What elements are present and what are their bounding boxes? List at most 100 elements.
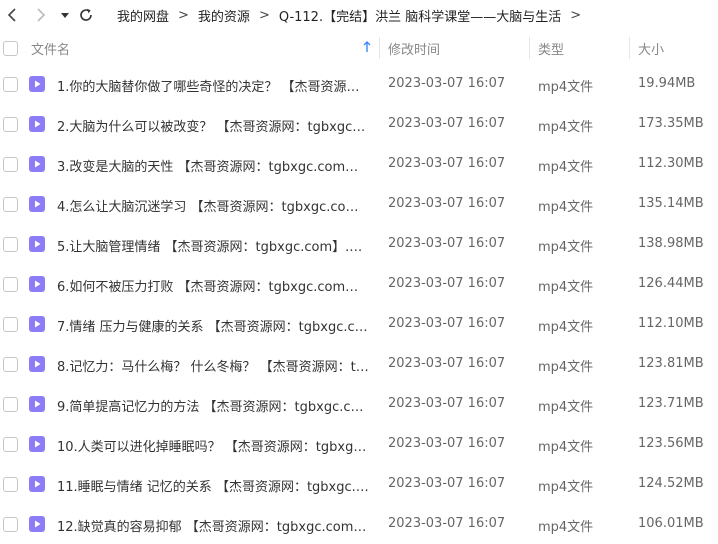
- file-size: 112.30MB: [638, 156, 704, 171]
- file-modified: 2023-03-07 16:07: [388, 356, 506, 371]
- row-checkbox[interactable]: [3, 517, 18, 532]
- row-checkbox[interactable]: [3, 397, 18, 412]
- column-type[interactable]: 类型: [538, 39, 564, 58]
- video-file-icon: [29, 276, 45, 292]
- column-name[interactable]: 文件名: [31, 39, 70, 58]
- file-modified: 2023-03-07 16:07: [388, 76, 506, 91]
- file-row[interactable]: 2.大脑为什么可以被改变？ 【杰哥资源网：tgbxgc.com… 2023-03…: [0, 104, 718, 144]
- breadcrumb-item-my-netdisk[interactable]: 我的网盘: [117, 6, 169, 25]
- file-type: mp4文件: [538, 440, 594, 455]
- video-file-icon: [29, 516, 45, 532]
- file-row[interactable]: 5.让大脑管理情绪 【杰哥资源网：tgbxgc.com】.mp4 2023-03…: [0, 224, 718, 264]
- column-header: 文件名 修改时间 类型 大小: [0, 33, 718, 63]
- file-size: 19.94MB: [638, 76, 696, 91]
- row-checkbox[interactable]: [3, 77, 18, 92]
- file-modified: 2023-03-07 16:07: [388, 476, 506, 491]
- file-row[interactable]: 7.情绪 压力与健康的关系 【杰哥资源网：tgbxgc.com】… 2023-0…: [0, 304, 718, 344]
- breadcrumb-separator: >: [178, 7, 189, 23]
- file-name[interactable]: 7.情绪 压力与健康的关系 【杰哥资源网：tgbxgc.com】…: [57, 316, 369, 335]
- file-type: mp4文件: [538, 360, 594, 375]
- video-file-icon: [29, 356, 45, 372]
- video-file-icon: [29, 396, 45, 412]
- breadcrumb-separator: >: [258, 7, 270, 23]
- row-checkbox[interactable]: [3, 117, 18, 132]
- file-modified: 2023-03-07 16:07: [388, 236, 506, 251]
- video-file-icon: [29, 316, 45, 332]
- file-size: 123.71MB: [638, 396, 704, 411]
- column-size[interactable]: 大小: [638, 39, 664, 58]
- file-modified: 2023-03-07 16:07: [388, 116, 506, 131]
- breadcrumb-item-my-resources[interactable]: 我的资源: [198, 6, 250, 25]
- forward-icon[interactable]: [34, 6, 48, 24]
- file-row[interactable]: 6.如何不被压力打败 【杰哥资源网：tgbxgc.com】.mp4 2023-0…: [0, 264, 718, 304]
- row-checkbox[interactable]: [3, 157, 18, 172]
- file-size: 106.01MB: [638, 516, 704, 531]
- file-row[interactable]: 4.怎么让大脑沉迷学习 【杰哥资源网：tgbxgc.com】.m… 2023-0…: [0, 184, 718, 224]
- video-file-icon: [29, 116, 45, 132]
- file-size: 173.35MB: [638, 116, 704, 131]
- file-row[interactable]: 1.你的大脑替你做了哪些奇怪的决定？ 【杰哥资源网：tg… 2023-03-07…: [0, 64, 718, 104]
- file-name[interactable]: 6.如何不被压力打败 【杰哥资源网：tgbxgc.com】.mp4: [57, 276, 369, 295]
- file-modified: 2023-03-07 16:07: [388, 436, 506, 451]
- file-name[interactable]: 4.怎么让大脑沉迷学习 【杰哥资源网：tgbxgc.com】.m…: [57, 196, 369, 215]
- sort-ascending-icon[interactable]: [363, 41, 371, 57]
- file-type: mp4文件: [538, 400, 594, 415]
- row-checkbox[interactable]: [3, 277, 18, 292]
- file-list: 1.你的大脑替你做了哪些奇怪的决定？ 【杰哥资源网：tg… 2023-03-07…: [0, 64, 718, 544]
- video-file-icon: [29, 236, 45, 252]
- column-divider[interactable]: [629, 37, 630, 59]
- row-checkbox[interactable]: [3, 357, 18, 372]
- file-name[interactable]: 3.改变是大脑的天性 【杰哥资源网：tgbxgc.com】.mp4: [57, 156, 369, 175]
- file-size: 112.10MB: [638, 316, 704, 331]
- file-row[interactable]: 10.人类可以进化掉睡眠吗？ 【杰哥资源网：tgbxgc.co… 2023-03…: [0, 424, 718, 464]
- column-modified[interactable]: 修改时间: [388, 39, 440, 58]
- breadcrumb: 我的网盘 > 我的资源 > Q-112.【完结】洪兰 脑科学课堂——大脑与生活 …: [117, 0, 590, 30]
- file-modified: 2023-03-07 16:07: [388, 316, 506, 331]
- file-size: 138.98MB: [638, 236, 704, 251]
- row-checkbox[interactable]: [3, 437, 18, 452]
- video-file-icon: [29, 156, 45, 172]
- column-divider[interactable]: [379, 37, 380, 59]
- file-name[interactable]: 1.你的大脑替你做了哪些奇怪的决定？ 【杰哥资源网：tg…: [57, 76, 369, 95]
- file-row[interactable]: 12.缺觉真的容易抑郁 【杰哥资源网：tgbxgc.com】.mp4 2023-…: [0, 504, 718, 544]
- file-row[interactable]: 9.简单提高记忆力的方法 【杰哥资源网：tgbxgc.com】… 2023-03…: [0, 384, 718, 424]
- file-modified: 2023-03-07 16:07: [388, 196, 506, 211]
- file-name[interactable]: 8.记忆力：马什么梅？ 什么冬梅？ 【杰哥资源网：tgbxg…: [57, 356, 369, 375]
- video-file-icon: [29, 196, 45, 212]
- row-checkbox[interactable]: [3, 237, 18, 252]
- file-modified: 2023-03-07 16:07: [388, 276, 506, 291]
- file-size: 135.14MB: [638, 196, 704, 211]
- select-all-checkbox[interactable]: [3, 40, 18, 56]
- file-type: mp4文件: [538, 160, 594, 175]
- file-size: 123.56MB: [638, 436, 704, 451]
- file-size: 126.44MB: [638, 276, 704, 291]
- row-checkbox[interactable]: [3, 197, 18, 212]
- toolbar: 我的网盘 > 我的资源 > Q-112.【完结】洪兰 脑科学课堂——大脑与生活 …: [0, 0, 718, 30]
- refresh-icon[interactable]: [77, 5, 95, 25]
- file-name[interactable]: 9.简单提高记忆力的方法 【杰哥资源网：tgbxgc.com】…: [57, 396, 369, 415]
- file-name[interactable]: 10.人类可以进化掉睡眠吗？ 【杰哥资源网：tgbxgc.co…: [57, 436, 369, 455]
- file-type: mp4文件: [538, 200, 594, 215]
- file-type: mp4文件: [538, 320, 594, 335]
- back-icon[interactable]: [5, 6, 19, 24]
- row-checkbox[interactable]: [3, 477, 18, 492]
- file-name[interactable]: 11.睡眠与情绪 记忆的关系 【杰哥资源网：tgbxgc.com…: [57, 476, 369, 495]
- file-type: mp4文件: [538, 120, 594, 135]
- video-file-icon: [29, 436, 45, 452]
- row-checkbox[interactable]: [3, 317, 18, 332]
- file-row[interactable]: 8.记忆力：马什么梅？ 什么冬梅？ 【杰哥资源网：tgbxg… 2023-03-…: [0, 344, 718, 384]
- file-name[interactable]: 12.缺觉真的容易抑郁 【杰哥资源网：tgbxgc.com】.mp4: [57, 516, 369, 535]
- breadcrumb-item-current-folder[interactable]: Q-112.【完结】洪兰 脑科学课堂——大脑与生活: [279, 6, 561, 25]
- file-name[interactable]: 5.让大脑管理情绪 【杰哥资源网：tgbxgc.com】.mp4: [57, 236, 369, 255]
- breadcrumb-separator: >: [570, 7, 582, 23]
- file-row[interactable]: 11.睡眠与情绪 记忆的关系 【杰哥资源网：tgbxgc.com… 2023-0…: [0, 464, 718, 504]
- file-type: mp4文件: [538, 240, 594, 255]
- file-name[interactable]: 2.大脑为什么可以被改变？ 【杰哥资源网：tgbxgc.com…: [57, 116, 369, 135]
- column-divider[interactable]: [529, 37, 530, 59]
- file-type: mp4文件: [538, 520, 594, 535]
- caret-down-icon[interactable]: [58, 6, 72, 24]
- file-type: mp4文件: [538, 80, 594, 95]
- video-file-icon: [29, 76, 45, 92]
- file-type: mp4文件: [538, 480, 594, 495]
- file-row[interactable]: 3.改变是大脑的天性 【杰哥资源网：tgbxgc.com】.mp4 2023-0…: [0, 144, 718, 184]
